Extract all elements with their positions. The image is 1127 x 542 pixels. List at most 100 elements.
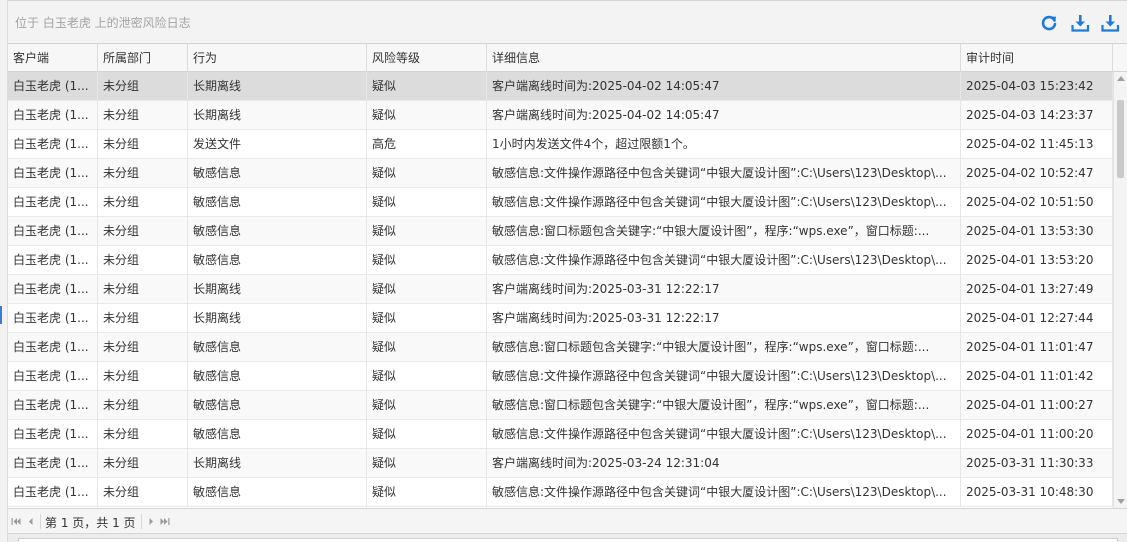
cell-department: 未分组 <box>98 391 188 420</box>
column-header-action[interactable]: 行为 <box>188 44 367 72</box>
cell-details: 敏感信息:窗口标题包含关键字:“中银大厦设计图”，程序:“wps.exe”，窗口… <box>487 333 961 362</box>
cell-client: 白玉老虎 (1... <box>8 478 98 507</box>
cell-client: 白玉老虎 (1... <box>8 159 98 188</box>
table-row[interactable]: 白玉老虎 (1... 未分组 敏感信息 疑似 敏感信息:窗口标题包含关键字:“中银大厦设… <box>8 217 1113 246</box>
next-page-button[interactable] <box>146 517 156 526</box>
cell-client: 白玉老虎 (1... <box>8 333 98 362</box>
cell-action: 长期离线 <box>188 101 367 130</box>
cell-action: 敏感信息 <box>188 217 367 246</box>
chevron-left-icon <box>29 518 33 525</box>
table-row[interactable]: 白玉老虎 (1... 未分组 长期离线 疑似 客户端离线时间为:2025-04-02 1… <box>8 72 1113 101</box>
row-focus-marker <box>0 306 2 324</box>
panel-title: 位于 白玉老虎 上的泄密风险日志 <box>15 16 191 30</box>
cell-action: 敏感信息 <box>188 362 367 391</box>
cell-risk-level: 高危 <box>367 130 487 159</box>
table-row[interactable]: 白玉老虎 (1... 未分组 长期离线 疑似 客户端离线时间为:2025-03-31 1… <box>8 275 1113 304</box>
refresh-button[interactable] <box>1039 13 1059 33</box>
vertical-scrollbar[interactable] <box>1113 72 1127 508</box>
cell-action: 发送文件 <box>188 130 367 159</box>
scrollbar-thumb[interactable] <box>1117 100 1124 178</box>
scroll-down-icon[interactable] <box>1117 499 1125 504</box>
table-body: 白玉老虎 (1... 未分组 长期离线 疑似 客户端离线时间为:2025-04-02 1… <box>8 72 1113 508</box>
cell-risk-level: 疑似 <box>367 246 487 275</box>
cell-details: 敏感信息:窗口标题包含关键字:“中银大厦设计图”，程序:“wps.exe”，窗口… <box>487 217 961 246</box>
cell-client: 白玉老虎 (1... <box>8 362 98 391</box>
cell-client: 白玉老虎 (1... <box>8 304 98 333</box>
cell-client: 白玉老虎 (1... <box>8 101 98 130</box>
cell-audit-time: 2025-04-02 10:51:50 <box>961 188 1113 217</box>
pager-separator <box>141 514 142 529</box>
cell-department: 未分组 <box>98 159 188 188</box>
cell-department: 未分组 <box>98 275 188 304</box>
cell-client: 白玉老虎 (1... <box>8 420 98 449</box>
left-edge <box>0 0 8 542</box>
cell-details: 1小时内发送文件4个，超过限额1个。 <box>487 130 961 159</box>
cell-action: 长期离线 <box>188 449 367 478</box>
header-filler <box>1113 44 1127 72</box>
cell-risk-level: 疑似 <box>367 217 487 246</box>
table-row[interactable]: 白玉老虎 (1... 未分组 敏感信息 疑似 敏感信息:文件操作源路径中包含关键词“中银… <box>8 159 1113 188</box>
cell-department: 未分组 <box>98 478 188 507</box>
cell-risk-level: 疑似 <box>367 188 487 217</box>
cell-client: 白玉老虎 (1... <box>8 449 98 478</box>
panel-header: 位于 白玉老虎 上的泄密风险日志 <box>8 1 1127 44</box>
cell-audit-time: 2025-04-01 11:01:42 <box>961 362 1113 391</box>
page-info: 第 1 页，共 1 页 <box>45 516 136 530</box>
cell-details: 敏感信息:文件操作源路径中包含关键词“中银大厦设计图”:C:\Users\123… <box>487 188 961 217</box>
table-row[interactable]: 白玉老虎 (1... 未分组 敏感信息 疑似 敏感信息:文件操作源路径中包含关键词“中银… <box>8 478 1113 507</box>
risk-log-panel: 位于 白玉老虎 上的泄密风险日志 客户端 所属部门 行为 风险等级 详细信息 审… <box>8 0 1127 542</box>
download-icon <box>1071 15 1090 32</box>
first-page-button[interactable] <box>11 517 21 526</box>
cell-action: 长期离线 <box>188 304 367 333</box>
scroll-up-icon[interactable] <box>1117 76 1125 81</box>
column-header-audit-time[interactable]: 审计时间 <box>961 44 1113 72</box>
table-row[interactable]: 白玉老虎 (1... 未分组 敏感信息 疑似 敏感信息:文件操作源路径中包含关键词“中银… <box>8 246 1113 275</box>
cell-details: 敏感信息:文件操作源路径中包含关键词“中银大厦设计图”:C:\Users\123… <box>487 420 961 449</box>
cell-details: 敏感信息:窗口标题包含关键字:“中银大厦设计图”，程序:“wps.exe”，窗口… <box>487 391 961 420</box>
column-header-risk-level[interactable]: 风险等级 <box>367 44 487 72</box>
cell-details: 敏感信息:文件操作源路径中包含关键词“中银大厦设计图”:C:\Users\123… <box>487 246 961 275</box>
cell-action: 敏感信息 <box>188 333 367 362</box>
table-row[interactable]: 白玉老虎 (1... 未分组 长期离线 疑似 客户端离线时间为:2025-03-31 1… <box>8 304 1113 333</box>
column-header-client[interactable]: 客户端 <box>8 44 98 72</box>
cell-risk-level: 疑似 <box>367 362 487 391</box>
cell-audit-time: 2025-04-01 11:00:20 <box>961 420 1113 449</box>
export-button[interactable] <box>1070 13 1090 33</box>
cell-audit-time: 2025-04-02 10:52:47 <box>961 159 1113 188</box>
cell-action: 长期离线 <box>188 72 367 101</box>
cell-audit-time: 2025-04-02 11:45:13 <box>961 130 1113 159</box>
cell-action: 敏感信息 <box>188 391 367 420</box>
cell-details: 客户端离线时间为:2025-04-02 14:05:47 <box>487 101 961 130</box>
table-row[interactable]: 白玉老虎 (1... 未分组 长期离线 疑似 客户端离线时间为:2025-04-02 1… <box>8 101 1113 130</box>
column-header-details[interactable]: 详细信息 <box>487 44 961 72</box>
cell-audit-time: 2025-03-31 11:30:33 <box>961 449 1113 478</box>
cell-department: 未分组 <box>98 362 188 391</box>
table-row[interactable]: 白玉老虎 (1... 未分组 敏感信息 疑似 敏感信息:窗口标题包含关键字:“中银大厦设… <box>8 333 1113 362</box>
last-page-button[interactable] <box>160 517 170 526</box>
cell-department: 未分组 <box>98 72 188 101</box>
pager-separator <box>40 514 41 529</box>
table-row[interactable]: 白玉老虎 (1... 未分组 敏感信息 疑似 敏感信息:窗口标题包含关键字:“中银大厦设… <box>8 391 1113 420</box>
cell-details: 敏感信息:文件操作源路径中包含关键词“中银大厦设计图”:C:\Users\123… <box>487 159 961 188</box>
previous-page-button[interactable] <box>26 517 36 526</box>
cell-client: 白玉老虎 (1... <box>8 130 98 159</box>
cell-risk-level: 疑似 <box>367 159 487 188</box>
export-all-button[interactable] <box>1100 13 1120 33</box>
column-header-department[interactable]: 所属部门 <box>98 44 188 72</box>
cell-client: 白玉老虎 (1... <box>8 275 98 304</box>
table-row[interactable]: 白玉老虎 (1... 未分组 敏感信息 疑似 敏感信息:文件操作源路径中包含关键词“中银… <box>8 188 1113 217</box>
table-row[interactable]: 白玉老虎 (1... 未分组 敏感信息 疑似 敏感信息:文件操作源路径中包含关键词“中银… <box>8 362 1113 391</box>
cell-details: 客户端离线时间为:2025-04-02 14:05:47 <box>487 72 961 101</box>
pagination-bar: 第 1 页，共 1 页 <box>8 508 1127 533</box>
table-row[interactable]: 白玉老虎 (1... 未分组 敏感信息 疑似 敏感信息:文件操作源路径中包含关键词“中银… <box>8 420 1113 449</box>
cell-department: 未分组 <box>98 101 188 130</box>
table-row[interactable]: 白玉老虎 (1... 未分组 发送文件 高危 1小时内发送文件4个，超过限额1个。 202… <box>8 130 1113 159</box>
cell-action: 敏感信息 <box>188 478 367 507</box>
table-row[interactable]: 白玉老虎 (1... 未分组 长期离线 疑似 客户端离线时间为:2025-03-24 1… <box>8 449 1113 478</box>
cell-action: 敏感信息 <box>188 159 367 188</box>
cell-audit-time: 2025-04-03 15:23:42 <box>961 72 1113 101</box>
cell-department: 未分组 <box>98 449 188 478</box>
cell-details: 客户端离线时间为:2025-03-31 12:22:17 <box>487 275 961 304</box>
cell-details: 敏感信息:文件操作源路径中包含关键词“中银大厦设计图”:C:\Users\123… <box>487 478 961 507</box>
cell-risk-level: 疑似 <box>367 478 487 507</box>
